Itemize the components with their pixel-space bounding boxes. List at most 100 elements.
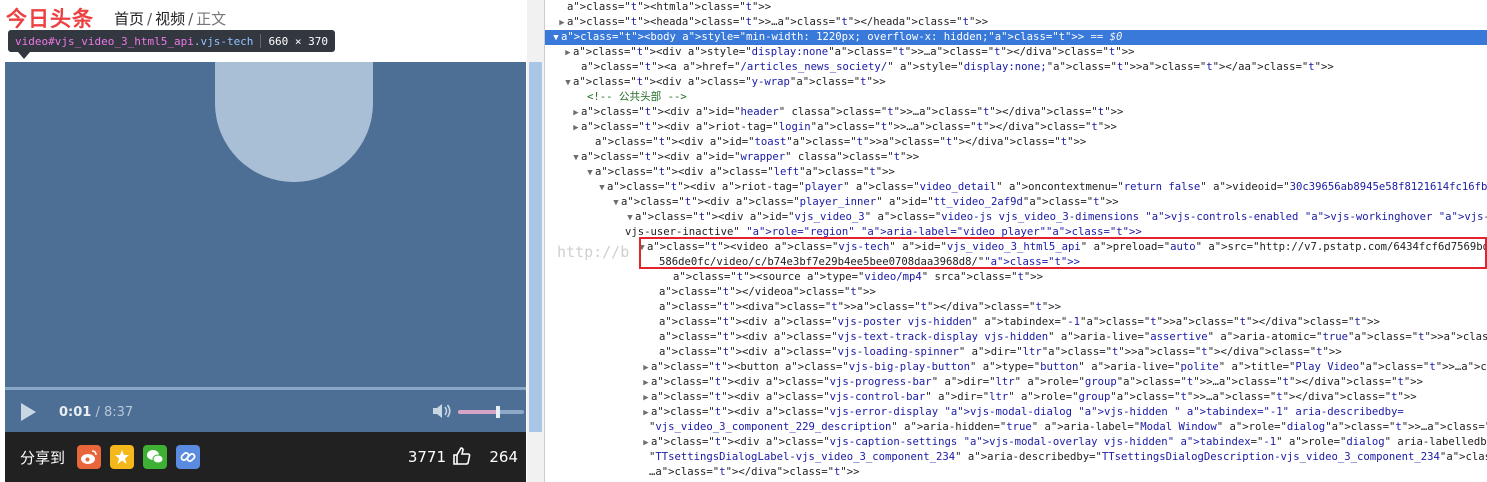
duration: 8:37 <box>104 404 134 420</box>
link-icon[interactable] <box>176 445 201 469</box>
dom-node[interactable]: a">class="t"><div a">class="vjs-poster v… <box>545 315 1487 330</box>
volume-slider[interactable] <box>458 406 524 418</box>
volume-icon[interactable] <box>432 402 452 420</box>
expand-right-icon[interactable]: ▶ <box>571 106 581 121</box>
share-label: 分享到 <box>20 448 66 467</box>
dom-node[interactable]: a">class="t"><source a">type="video/mp4"… <box>545 270 1487 285</box>
breadcrumb-current: 正文 <box>196 9 227 28</box>
expand-down-icon[interactable]: ▼ <box>563 76 573 91</box>
video-control-bar: 0:01 / 8:37 <box>5 392 526 432</box>
dom-node[interactable]: a">class="t"><div a">id="toast"a">class=… <box>545 135 1487 150</box>
expand-right-icon[interactable]: ▶ <box>641 376 651 391</box>
expand-right-icon[interactable]: ▶ <box>571 121 581 136</box>
wechat-icon[interactable] <box>143 445 168 469</box>
page-scrollbar[interactable] <box>527 0 544 482</box>
dom-node[interactable]: ▶ a">class="t"><div a">riot-tag="login"a"… <box>545 120 1487 135</box>
highlight-box <box>639 237 1487 269</box>
expand-right-icon[interactable]: ▶ <box>641 361 651 376</box>
weibo-icon[interactable] <box>77 445 102 469</box>
dom-node[interactable]: <!-- 公共头部 --> <box>545 90 1487 105</box>
expand-right-icon[interactable]: ▶ <box>641 406 651 421</box>
video-progress-bar[interactable] <box>5 387 526 390</box>
site-logo[interactable]: 今日头条 <box>6 3 94 33</box>
dom-node-text: a">class="t"><div a">id="wrapper" classa… <box>581 151 920 163</box>
expand-down-icon[interactable]: ▼ <box>597 181 607 196</box>
dom-node[interactable]: a">class="t"></videoa">class="t">> <box>545 285 1487 300</box>
dom-node[interactable]: ▶ a">class="t"><div a">class="vjs-control… <box>545 390 1487 405</box>
dom-node[interactable]: ▼ a">class="t"><div a">riot-tag="player" … <box>545 180 1487 195</box>
dom-node[interactable]: ▼ a">class="t"><div a">class="y-wrap"a">c… <box>545 75 1487 90</box>
dom-node[interactable]: ▼ a">class="t"><div a">id="vjs_video_3" a… <box>545 210 1487 225</box>
thumbs-up-icon[interactable] <box>452 446 472 466</box>
dom-node[interactable]: a">class="t"><div a">class="vjs-text-tra… <box>545 330 1487 345</box>
dom-node-text: a">class="t"><div a">class="y-wrap"a">cl… <box>573 76 886 88</box>
dom-node[interactable]: …a">class="t"></diva">class="t">> <box>545 465 1487 480</box>
video-frame-moon <box>215 62 373 182</box>
expand-right-icon[interactable]: ▶ <box>563 46 573 61</box>
dom-node[interactable]: ▼ a">class="t"><div a">id="wrapper" class… <box>545 150 1487 165</box>
dom-node[interactable]: "TTsettingsDialogLabel-vjs_video_3_compo… <box>545 450 1487 465</box>
tooltip-divider <box>260 34 262 48</box>
video-player[interactable]: 0:01 / 8:37 <box>5 62 526 432</box>
dom-node-text: a">class="t"><div a">style="display:none… <box>573 46 1135 58</box>
dom-node[interactable]: ▶ a">class="t"><div a">style="display:non… <box>545 45 1487 60</box>
breadcrumb-separator: / <box>147 9 153 28</box>
dom-node[interactable]: a">class="t"><div a">class="vjs-loading-… <box>545 345 1487 360</box>
expand-down-icon[interactable]: ▼ <box>611 196 621 211</box>
dom-node[interactable]: ▶ a">class="t"><div a">id="header" classa… <box>545 105 1487 120</box>
dom-node-text: a">class="t"><div a">riot-tag="player" a… <box>607 181 1487 193</box>
dom-node-text: a">class="t"><div a">class="vjs-caption-… <box>651 436 1487 448</box>
dom-node[interactable]: "vjs_video_3_component_229_description" … <box>545 420 1487 435</box>
expand-right-icon[interactable]: ▶ <box>641 391 651 406</box>
dom-node[interactable]: ▶ a">class="t"><button a">class="vjs-big-… <box>545 360 1487 375</box>
dom-node[interactable]: ▶ a">class="t"><div a">class="vjs-progres… <box>545 375 1487 390</box>
tooltip-dimensions: 660 × 370 <box>268 34 329 48</box>
dom-node[interactable]: a">class="t"><diva">class="t">>a">class=… <box>545 300 1487 315</box>
expand-right-icon[interactable]: ▶ <box>557 16 567 31</box>
breadcrumb-home[interactable]: 首页 <box>114 10 144 28</box>
dom-node[interactable]: ▶ a">class="t"><div a">class="vjs-caption… <box>545 435 1487 450</box>
volume-handle[interactable] <box>495 406 500 418</box>
expand-down-icon[interactable]: ▼ <box>571 151 581 166</box>
dom-node-text: a">class="t"><div a">class="vjs-control-… <box>651 391 1417 403</box>
dom-node-text: a">class="t"><div a">class="vjs-text-tra… <box>659 331 1487 343</box>
dom-node-text: a">class="t"><button a">class="vjs-big-p… <box>651 361 1487 373</box>
tooltip-class: .vjs-tech <box>193 34 254 48</box>
tooltip-id: #vjs_video_3_html5_api <box>48 34 194 48</box>
dom-node[interactable]: ▼ a">class="t"><div a">class="left"a">cla… <box>545 165 1487 180</box>
dom-node-text: a">class="t"><htmla">class="t">> <box>567 1 772 13</box>
expand-right-icon[interactable]: ▶ <box>641 436 651 451</box>
play-icon[interactable] <box>17 401 39 423</box>
dom-node-text: a">class="t"><a a">href="/articles_news_… <box>581 61 1334 73</box>
video-time: 0:01 / 8:37 <box>59 405 133 420</box>
element-inspector-tooltip: video #vjs_video_3_html5_api .vjs-tech 660… <box>8 30 336 52</box>
expand-down-icon[interactable]: ▼ <box>551 31 561 46</box>
tooltip-tag: video <box>15 34 49 48</box>
dom-node-text: "vjs_video_3_component_229_description" … <box>649 421 1487 433</box>
breadcrumb-separator: / <box>188 9 194 28</box>
volume-level <box>458 410 498 414</box>
time-separator: / <box>91 404 104 420</box>
current-time: 0:01 <box>59 404 92 420</box>
dom-node-text: a">class="t"><div a">riot-tag="login"a">… <box>581 121 1117 133</box>
dom-node-text: a">class="t"></videoa">class="t">> <box>659 286 876 298</box>
dom-node-selected[interactable]: ▼ a">class="t"><body a">style="min-width:… <box>545 30 1487 45</box>
dom-node-text: a">class="t"><body a">style="min-width: … <box>561 31 1123 43</box>
breadcrumb-video[interactable]: 视频 <box>155 10 185 28</box>
dom-node-text: a">class="t"><div a">class="vjs-poster v… <box>659 316 1380 328</box>
expand-down-icon[interactable]: ▼ <box>625 211 635 226</box>
dom-node[interactable]: a">class="t"><htmla">class="t">> <box>545 0 1487 15</box>
dom-node-text: a">class="t"><div a">class="player_inner… <box>621 196 1119 208</box>
dom-node[interactable]: ▶ a">class="t"><heada">class="t">>…a">cla… <box>545 15 1487 30</box>
dom-node-text: <!-- 公共头部 --> <box>587 91 687 103</box>
qzone-icon[interactable] <box>110 445 135 469</box>
dom-node[interactable]: ▶ a">class="t"><div a">class="vjs-error-d… <box>545 405 1487 420</box>
dom-node-text: a">class="t"><div a">id="toast"a">class=… <box>595 136 1087 148</box>
dom-node-text: …a">class="t"></diva">class="t">> <box>649 466 860 478</box>
dom-node-text: a">class="t"><div a">class="left"a">clas… <box>595 166 895 178</box>
expand-down-icon[interactable]: ▼ <box>585 166 595 181</box>
dom-node[interactable]: ▼ a">class="t"><div a">class="player_inne… <box>545 195 1487 210</box>
dom-node[interactable]: a">class="t"><a a">href="/articles_news_… <box>545 60 1487 75</box>
page-scrollbar-thumb[interactable] <box>529 62 542 432</box>
dom-node-text: a">class="t"><div a">class="vjs-error-di… <box>651 406 1404 418</box>
